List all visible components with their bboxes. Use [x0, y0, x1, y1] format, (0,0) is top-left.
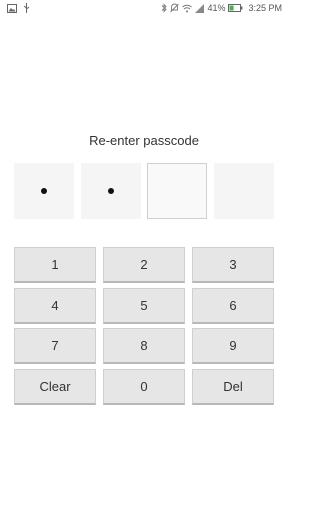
battery-percent: 41%	[207, 3, 226, 13]
key-8[interactable]: 8	[103, 328, 185, 364]
key-7[interactable]: 7	[14, 328, 96, 364]
key-1[interactable]: 1	[14, 247, 96, 283]
key-4[interactable]: 4	[14, 287, 96, 324]
key-0[interactable]: 0	[103, 368, 185, 405]
key-5[interactable]: 5	[103, 287, 185, 324]
page-title: Re-enter passcode	[89, 133, 199, 148]
mute-icon	[170, 3, 180, 13]
key-2[interactable]: 2	[103, 247, 185, 283]
usb-icon	[23, 3, 30, 13]
key-6[interactable]: 6	[192, 287, 274, 324]
status-bar: 41% 3:25 PM	[0, 0, 288, 18]
clear-button[interactable]: Clear	[14, 368, 96, 405]
passcode-box	[14, 163, 74, 219]
passcode-dot	[41, 188, 47, 194]
battery-icon	[228, 4, 243, 12]
image-icon	[7, 3, 17, 13]
signal-icon	[195, 3, 205, 13]
clock: 3:25 PM	[248, 3, 282, 13]
passcode-dot	[107, 188, 114, 194]
key-9[interactable]: 9	[192, 328, 274, 364]
passcode-box	[214, 163, 274, 219]
passcode-indicator	[14, 163, 274, 219]
wifi-icon	[182, 4, 193, 13]
passcode-box	[80, 163, 141, 219]
key-3[interactable]: 3	[192, 247, 274, 283]
passcode-box	[147, 163, 208, 219]
del-button[interactable]: Del	[192, 368, 274, 405]
bluetooth-icon	[161, 3, 168, 13]
